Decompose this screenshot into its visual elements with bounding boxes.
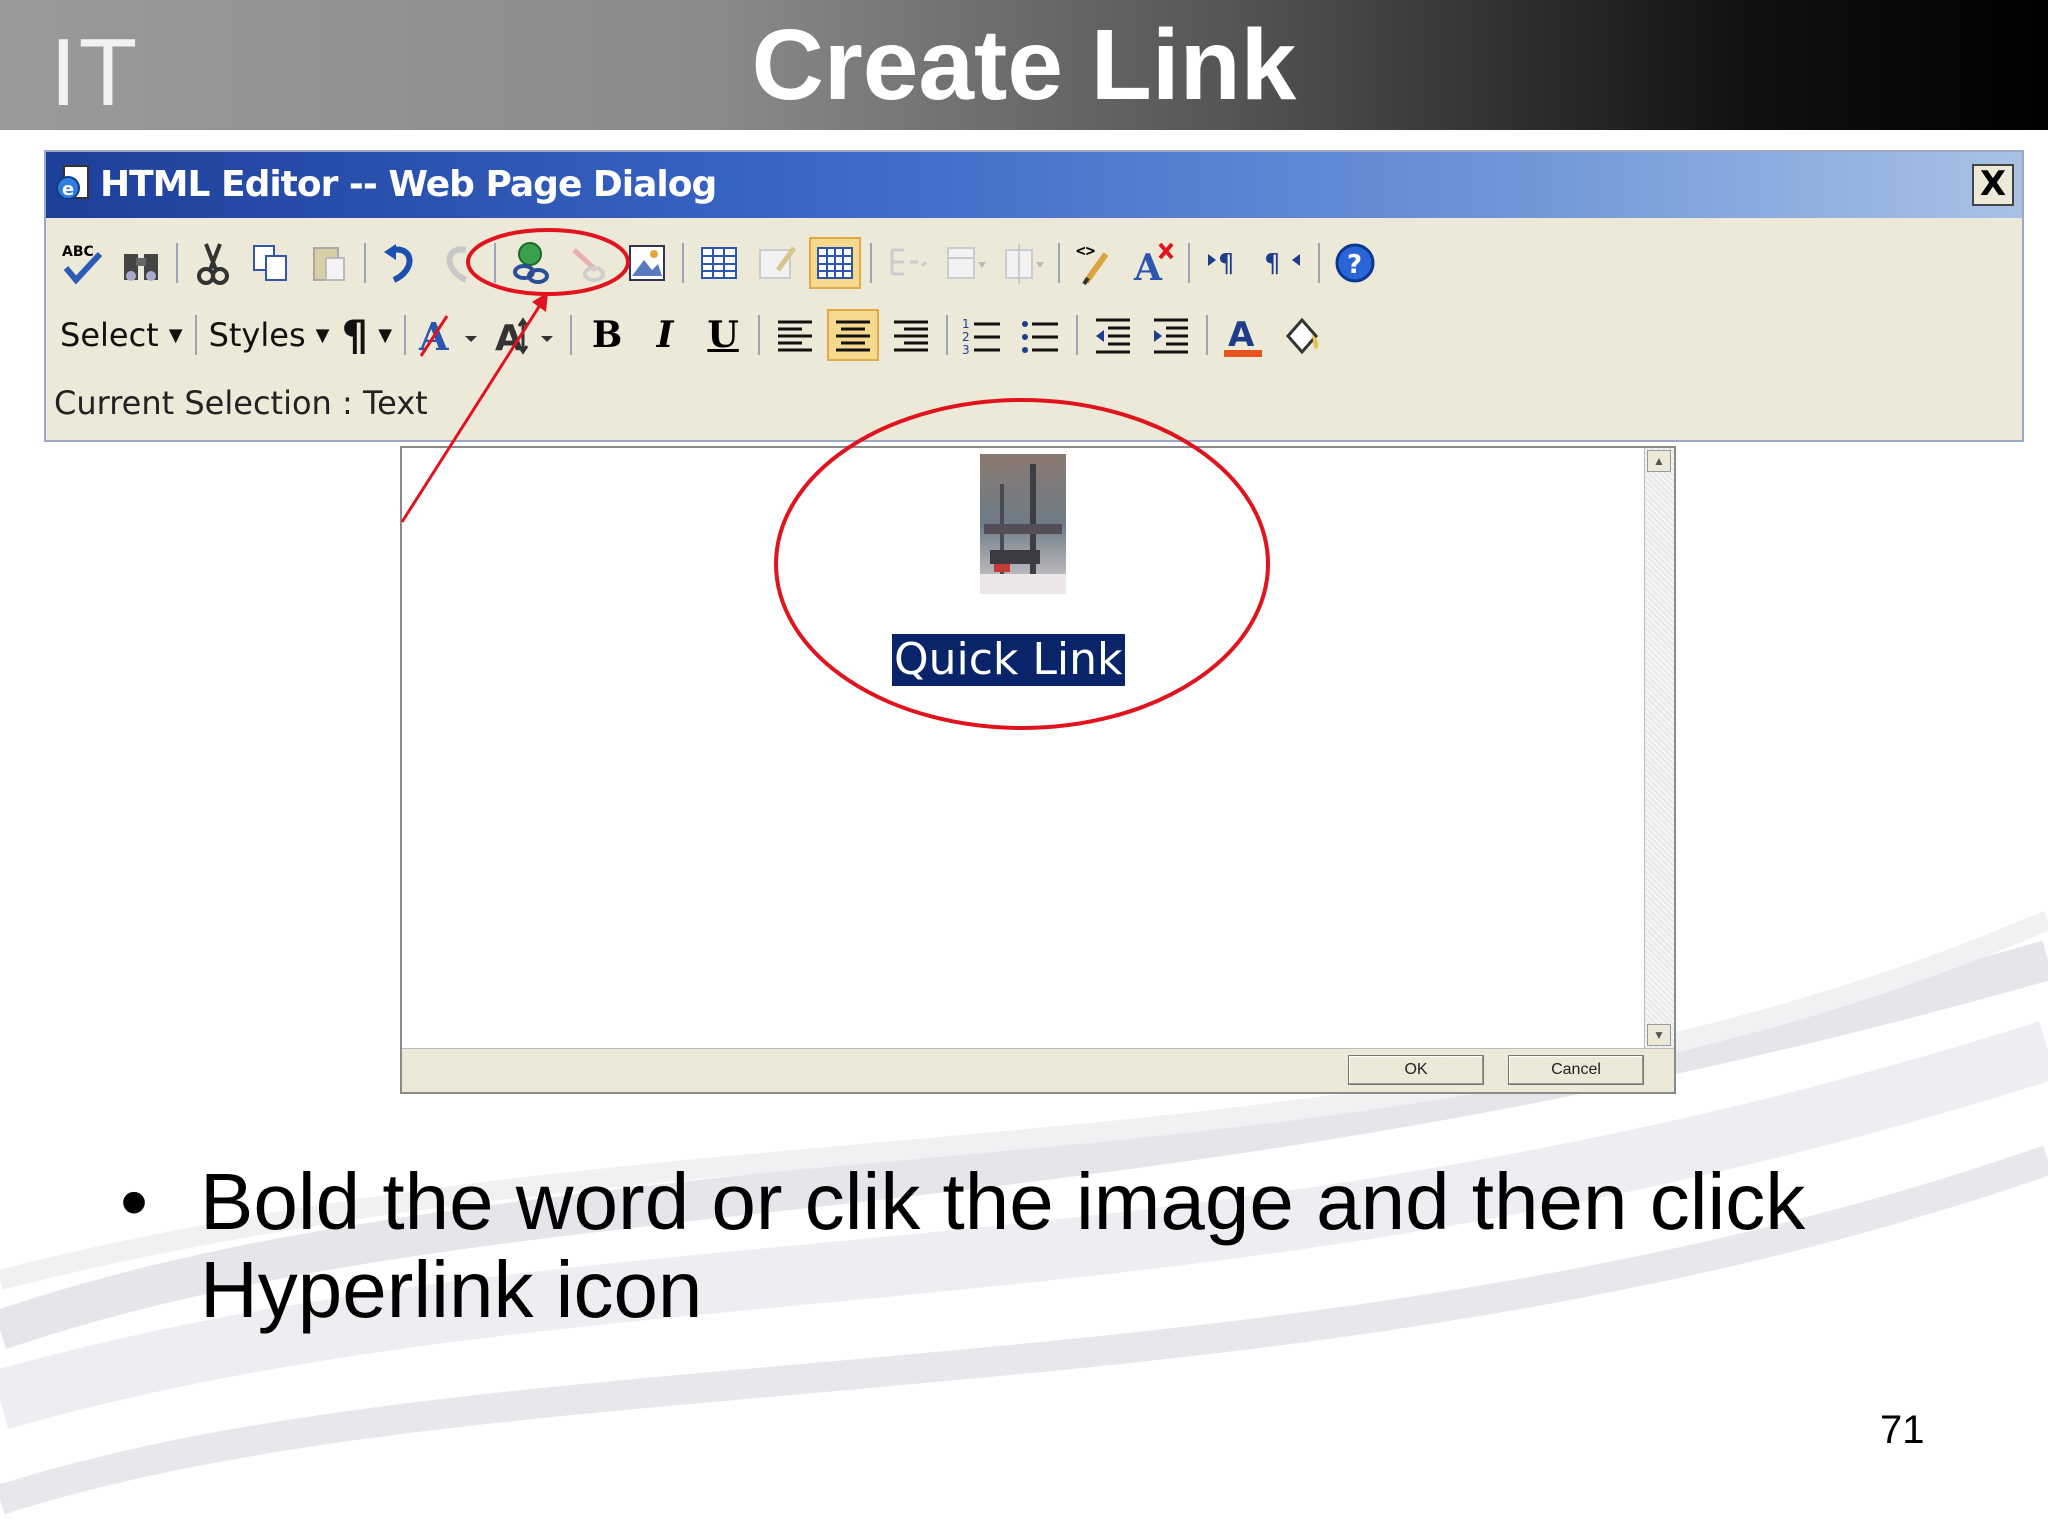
select-label: Select [60,316,159,354]
insert-table-icon[interactable] [693,237,745,289]
paste-icon[interactable] [303,237,355,289]
unlink-icon[interactable] [563,237,615,289]
font-color-icon[interactable]: A [1217,309,1269,361]
bullet-point: • Bold the word or clik the image and th… [120,1158,1920,1334]
current-selection-status: Current Selection : Text [54,384,428,422]
header-banner: IT Create Link [0,0,2048,130]
ok-button[interactable]: OK [1348,1055,1484,1085]
copy-icon[interactable] [245,237,297,289]
bullet-text: Bold the word or clik the image and then… [200,1157,1806,1334]
dialog-titlebar: e HTML Editor -- Web Page Dialog X [46,152,2022,218]
toolbar-separator [404,315,407,355]
toolbar-separator [176,243,178,283]
chevron-down-icon: ▼ [168,324,183,346]
toolbar-separator [364,243,366,283]
bold-label: B [591,314,623,356]
editor-canvas[interactable]: Quick Link ▲ ▼ OK Cancel [400,446,1676,1094]
clear-format-icon[interactable]: A [1127,237,1179,289]
scroll-down-icon[interactable]: ▼ [1647,1024,1671,1046]
toolbar-separator [1206,315,1209,355]
redo-icon[interactable] [433,237,485,289]
find-icon[interactable] [115,237,167,289]
dialog-title: HTML Editor -- Web Page Dialog [100,164,717,205]
vertical-scrollbar[interactable]: ▲ ▼ [1644,448,1674,1048]
scroll-up-icon[interactable]: ▲ [1647,450,1671,472]
bullet-list-icon[interactable] [1015,309,1067,361]
paragraph-dropdown[interactable]: ¶ ▼ [341,311,392,360]
underline-button[interactable]: U [697,309,749,361]
table-props-icon[interactable] [809,237,861,289]
toolbar-separator [946,315,949,355]
svg-text:A: A [1133,247,1163,286]
italic-button[interactable]: I [639,309,691,361]
svg-text:ABC: ABC [62,244,94,260]
styles-label: Styles [208,316,306,354]
insert-row-icon[interactable] [881,237,933,289]
undo-icon[interactable] [375,237,427,289]
ie-page-icon: e [56,165,89,200]
font-face-icon[interactable]: A [415,309,485,361]
toolbar-separator [1076,315,1079,355]
toolbar-separator [758,315,761,355]
svg-text:¶: ¶ [1218,249,1235,279]
toolbar-separator [1188,243,1190,283]
toolbar-row-1: ABC <> A ¶ ¶ ? [54,232,1384,294]
indent-icon[interactable] [1145,309,1197,361]
align-center-icon[interactable] [827,309,880,361]
cut-icon[interactable] [187,237,239,289]
editor-footer: OK Cancel [402,1048,1674,1092]
selected-link-text[interactable]: Quick Link [892,634,1125,686]
select-dropdown[interactable]: Select ▼ [60,316,183,354]
svg-text:A: A [1228,315,1255,355]
toolbar-separator [1318,243,1320,283]
toolbar-separator [682,243,684,283]
bold-button[interactable]: B [581,309,633,361]
font-size-icon[interactable]: A [491,309,561,361]
rtl-icon[interactable]: ¶ [1257,237,1309,289]
svg-text:e: e [62,179,74,200]
close-button[interactable]: X [1972,164,2014,206]
spellcheck-icon[interactable]: ABC [57,237,109,289]
inserted-image[interactable] [980,454,1066,594]
svg-text:1: 1 [962,317,970,331]
svg-text:2: 2 [962,330,970,344]
numbered-list-icon[interactable]: 123 [957,309,1009,361]
source-code-icon[interactable]: <> [1069,237,1121,289]
html-editor-dialog: e HTML Editor -- Web Page Dialog X ABC <… [44,150,2024,442]
highlight-color-icon[interactable] [1275,309,1327,361]
toolbar-separator [570,315,573,355]
insert-image-icon[interactable] [621,237,673,289]
toolbar-separator [194,315,197,355]
chevron-down-icon: ▼ [315,324,330,346]
italic-label: I [656,314,674,356]
slide-title: Create Link [751,9,1297,121]
cancel-button[interactable]: Cancel [1508,1055,1644,1085]
insert-column-icon[interactable] [939,237,991,289]
merge-cells-icon[interactable] [997,237,1049,289]
bullet-dot: • [120,1157,149,1246]
hyperlink-icon[interactable] [505,237,557,289]
align-right-icon[interactable] [885,309,937,361]
edit-table-icon[interactable] [751,237,803,289]
ltr-icon[interactable]: ¶ [1199,237,1251,289]
svg-text:<>: <> [1076,241,1095,260]
styles-dropdown[interactable]: Styles ▼ [209,316,330,354]
align-left-icon[interactable] [769,309,821,361]
outdent-icon[interactable] [1087,309,1139,361]
page-number: 71 [1880,1408,1925,1452]
toolbar-separator [870,243,872,283]
toolbar-separator [494,243,496,283]
chevron-down-icon: ▼ [378,324,393,346]
underline-label: U [707,314,739,356]
paragraph-label: ¶ [341,310,369,360]
toolbar-separator [1058,243,1060,283]
svg-text:¶: ¶ [1264,249,1281,279]
help-icon[interactable]: ? [1329,237,1381,289]
svg-text:?: ? [1347,250,1362,280]
svg-text:3: 3 [962,343,970,357]
toolbar-row-2: Select ▼ Styles ▼ ¶ ▼ A A B I U [54,304,1330,366]
